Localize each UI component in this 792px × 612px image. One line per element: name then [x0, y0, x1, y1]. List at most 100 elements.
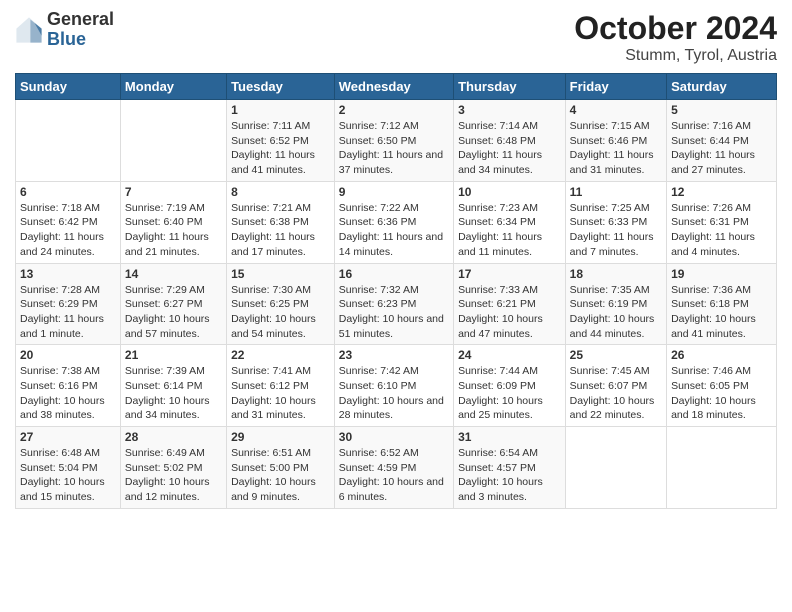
- day-number: 2: [339, 103, 449, 117]
- col-friday: Friday: [565, 74, 666, 100]
- day-info: Sunrise: 7:22 AM Sunset: 6:36 PM Dayligh…: [339, 201, 449, 260]
- calendar-cell: 6 Sunrise: 7:18 AM Sunset: 6:42 PM Daylig…: [16, 181, 121, 263]
- calendar-cell: 3Sunrise: 7:14 AM Sunset: 6:48 PM Daylig…: [454, 100, 566, 182]
- calendar-cell: 10 Sunrise: 7:23 AM Sunset: 6:34 PM Dayli…: [454, 181, 566, 263]
- day-number: 18: [570, 267, 662, 281]
- calendar-cell: 26Sunrise: 7:46 AM Sunset: 6:05 PM Dayli…: [667, 345, 777, 427]
- day-info: Sunrise: 7:23 AM Sunset: 6:34 PM Dayligh…: [458, 201, 561, 260]
- calendar-cell: 2 Sunrise: 7:12 AM Sunset: 6:50 PM Daylig…: [334, 100, 453, 182]
- logo-general: General: [47, 9, 114, 29]
- calendar-week-row: 1 Sunrise: 7:11 AM Sunset: 6:52 PM Daylig…: [16, 100, 777, 182]
- calendar-cell: 9 Sunrise: 7:22 AM Sunset: 6:36 PM Daylig…: [334, 181, 453, 263]
- logo-icon: [15, 16, 43, 44]
- col-tuesday: Tuesday: [227, 74, 335, 100]
- day-info: Sunrise: 7:21 AM Sunset: 6:38 PM Dayligh…: [231, 201, 330, 260]
- day-number: 11: [570, 185, 662, 199]
- day-info: Sunrise: 7:26 AM Sunset: 6:31 PM Dayligh…: [671, 201, 772, 260]
- day-info: Sunrise: 7:15 AM Sunset: 6:46 PM Dayligh…: [570, 119, 662, 178]
- calendar-cell: 29Sunrise: 6:51 AM Sunset: 5:00 PM Dayli…: [227, 427, 335, 509]
- calendar-cell: 30 Sunrise: 6:52 AM Sunset: 4:59 PM Dayli…: [334, 427, 453, 509]
- calendar-cell: [565, 427, 666, 509]
- calendar-week-row: 20 Sunrise: 7:38 AM Sunset: 6:16 PM Dayli…: [16, 345, 777, 427]
- day-info: Sunrise: 6:54 AM Sunset: 4:57 PM Dayligh…: [458, 446, 561, 505]
- calendar-week-row: 13 Sunrise: 7:28 AM Sunset: 6:29 PM Dayli…: [16, 263, 777, 345]
- day-number: 3: [458, 103, 561, 117]
- calendar-cell: 1 Sunrise: 7:11 AM Sunset: 6:52 PM Daylig…: [227, 100, 335, 182]
- logo-blue: Blue: [47, 29, 86, 49]
- day-number: 13: [20, 267, 116, 281]
- day-info: Sunrise: 7:32 AM Sunset: 6:23 PM Dayligh…: [339, 283, 449, 342]
- calendar-cell: 5Sunrise: 7:16 AM Sunset: 6:44 PM Daylig…: [667, 100, 777, 182]
- calendar-cell: 13 Sunrise: 7:28 AM Sunset: 6:29 PM Dayli…: [16, 263, 121, 345]
- page-container: General Blue October 2024 Stumm, Tyrol, …: [0, 0, 792, 519]
- day-number: 30: [339, 430, 449, 444]
- calendar-cell: 18 Sunrise: 7:35 AM Sunset: 6:19 PM Dayli…: [565, 263, 666, 345]
- day-number: 10: [458, 185, 561, 199]
- col-monday: Monday: [120, 74, 226, 100]
- day-number: 16: [339, 267, 449, 281]
- day-info: Sunrise: 7:44 AM Sunset: 6:09 PM Dayligh…: [458, 364, 561, 423]
- title-location: Stumm, Tyrol, Austria: [574, 47, 777, 65]
- day-info: Sunrise: 7:19 AM Sunset: 6:40 PM Dayligh…: [125, 201, 222, 260]
- calendar-cell: 20 Sunrise: 7:38 AM Sunset: 6:16 PM Dayli…: [16, 345, 121, 427]
- day-info: Sunrise: 6:49 AM Sunset: 5:02 PM Dayligh…: [125, 446, 222, 505]
- calendar-cell: 22 Sunrise: 7:41 AM Sunset: 6:12 PM Dayli…: [227, 345, 335, 427]
- day-info: Sunrise: 7:29 AM Sunset: 6:27 PM Dayligh…: [125, 283, 222, 342]
- title-block: October 2024 Stumm, Tyrol, Austria: [574, 10, 777, 65]
- logo-text-block: General Blue: [47, 10, 114, 50]
- calendar-cell: 28 Sunrise: 6:49 AM Sunset: 5:02 PM Dayli…: [120, 427, 226, 509]
- calendar-cell: 31 Sunrise: 6:54 AM Sunset: 4:57 PM Dayli…: [454, 427, 566, 509]
- calendar-cell: 4 Sunrise: 7:15 AM Sunset: 6:46 PM Daylig…: [565, 100, 666, 182]
- day-info: Sunrise: 7:33 AM Sunset: 6:21 PM Dayligh…: [458, 283, 561, 342]
- page-header: General Blue October 2024 Stumm, Tyrol, …: [15, 10, 777, 65]
- day-number: 20: [20, 348, 116, 362]
- day-info: Sunrise: 7:30 AM Sunset: 6:25 PM Dayligh…: [231, 283, 330, 342]
- calendar-cell: 23 Sunrise: 7:42 AM Sunset: 6:10 PM Dayli…: [334, 345, 453, 427]
- day-number: 23: [339, 348, 449, 362]
- calendar-week-row: 6 Sunrise: 7:18 AM Sunset: 6:42 PM Daylig…: [16, 181, 777, 263]
- calendar-cell: 12 Sunrise: 7:26 AM Sunset: 6:31 PM Dayli…: [667, 181, 777, 263]
- day-info: Sunrise: 7:36 AM Sunset: 6:18 PM Dayligh…: [671, 283, 772, 342]
- calendar-cell: [667, 427, 777, 509]
- day-number: 6: [20, 185, 116, 199]
- calendar-cell: 11 Sunrise: 7:25 AM Sunset: 6:33 PM Dayli…: [565, 181, 666, 263]
- calendar-week-row: 27 Sunrise: 6:48 AM Sunset: 5:04 PM Dayli…: [16, 427, 777, 509]
- day-number: 1: [231, 103, 330, 117]
- day-number: 24: [458, 348, 561, 362]
- day-info: Sunrise: 7:12 AM Sunset: 6:50 PM Dayligh…: [339, 119, 449, 178]
- day-info: Sunrise: 7:41 AM Sunset: 6:12 PM Dayligh…: [231, 364, 330, 423]
- day-number: 4: [570, 103, 662, 117]
- logo-text: General Blue: [47, 10, 114, 50]
- calendar-cell: 25Sunrise: 7:45 AM Sunset: 6:07 PM Dayli…: [565, 345, 666, 427]
- calendar-cell: 7 Sunrise: 7:19 AM Sunset: 6:40 PM Daylig…: [120, 181, 226, 263]
- calendar-cell: 15 Sunrise: 7:30 AM Sunset: 6:25 PM Dayli…: [227, 263, 335, 345]
- day-info: Sunrise: 6:52 AM Sunset: 4:59 PM Dayligh…: [339, 446, 449, 505]
- day-info: Sunrise: 7:38 AM Sunset: 6:16 PM Dayligh…: [20, 364, 116, 423]
- day-number: 22: [231, 348, 330, 362]
- calendar-header-row: Sunday Monday Tuesday Wednesday Thursday…: [16, 74, 777, 100]
- day-number: 26: [671, 348, 772, 362]
- day-number: 12: [671, 185, 772, 199]
- day-number: 31: [458, 430, 561, 444]
- calendar-table: Sunday Monday Tuesday Wednesday Thursday…: [15, 73, 777, 509]
- day-number: 7: [125, 185, 222, 199]
- day-number: 28: [125, 430, 222, 444]
- day-info: Sunrise: 7:42 AM Sunset: 6:10 PM Dayligh…: [339, 364, 449, 423]
- day-number: 9: [339, 185, 449, 199]
- day-info: Sunrise: 7:18 AM Sunset: 6:42 PM Dayligh…: [20, 201, 116, 260]
- day-number: 27: [20, 430, 116, 444]
- title-month: October 2024: [574, 10, 777, 47]
- calendar-cell: 16 Sunrise: 7:32 AM Sunset: 6:23 PM Dayli…: [334, 263, 453, 345]
- day-number: 15: [231, 267, 330, 281]
- day-info: Sunrise: 7:45 AM Sunset: 6:07 PM Dayligh…: [570, 364, 662, 423]
- col-sunday: Sunday: [16, 74, 121, 100]
- day-info: Sunrise: 7:16 AM Sunset: 6:44 PM Dayligh…: [671, 119, 772, 178]
- day-info: Sunrise: 7:35 AM Sunset: 6:19 PM Dayligh…: [570, 283, 662, 342]
- day-number: 17: [458, 267, 561, 281]
- calendar-cell: 24 Sunrise: 7:44 AM Sunset: 6:09 PM Dayli…: [454, 345, 566, 427]
- logo: General Blue: [15, 10, 114, 50]
- day-info: Sunrise: 7:11 AM Sunset: 6:52 PM Dayligh…: [231, 119, 330, 178]
- day-info: Sunrise: 7:25 AM Sunset: 6:33 PM Dayligh…: [570, 201, 662, 260]
- day-info: Sunrise: 6:48 AM Sunset: 5:04 PM Dayligh…: [20, 446, 116, 505]
- day-info: Sunrise: 7:28 AM Sunset: 6:29 PM Dayligh…: [20, 283, 116, 342]
